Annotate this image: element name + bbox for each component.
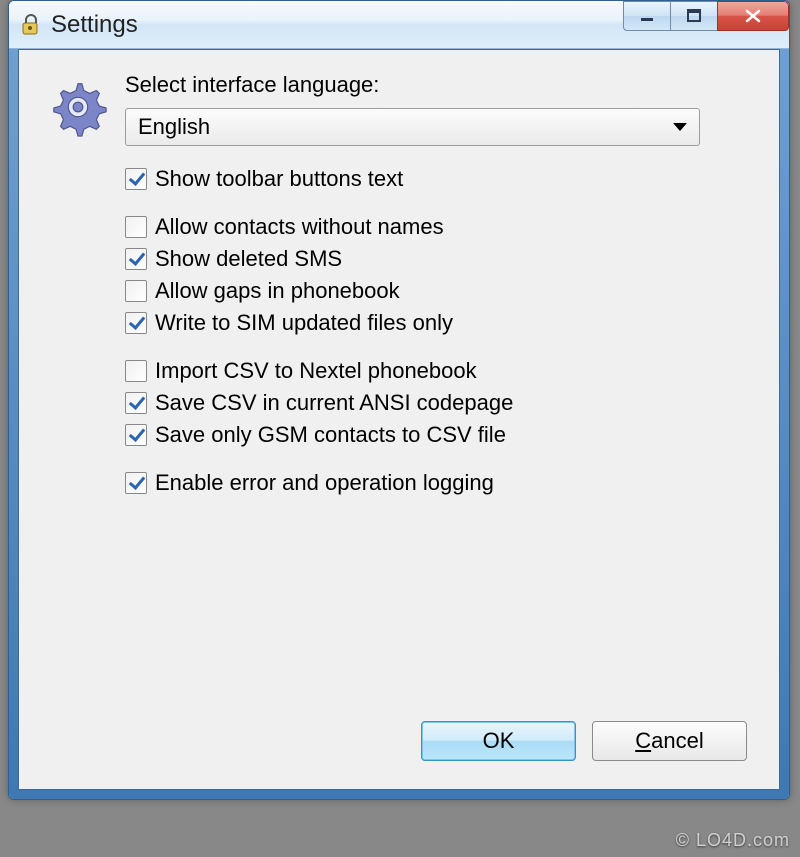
checkbox-row[interactable]: Show deleted SMS [125, 246, 751, 272]
checkbox-label: Enable error and operation logging [155, 470, 494, 496]
checkbox[interactable] [125, 168, 147, 190]
checkbox-row[interactable]: Enable error and operation logging [125, 470, 751, 496]
checkbox-group: Show toolbar buttons text [125, 166, 751, 192]
checkbox-row[interactable]: Show toolbar buttons text [125, 166, 751, 192]
app-icon [19, 13, 43, 37]
cancel-button[interactable]: Cancel [592, 721, 747, 761]
gear-icon [47, 72, 117, 143]
language-label: Select interface language: [125, 72, 751, 98]
checkbox[interactable] [125, 472, 147, 494]
checkbox[interactable] [125, 392, 147, 414]
checkbox[interactable] [125, 280, 147, 302]
checkbox-row[interactable]: Allow gaps in phonebook [125, 278, 751, 304]
ok-button[interactable]: OK [421, 721, 576, 761]
checkbox-row[interactable]: Save CSV in current ANSI codepage [125, 390, 751, 416]
minimize-button[interactable] [623, 1, 671, 31]
settings-window: Settings [8, 0, 790, 800]
checkbox-label: Show toolbar buttons text [155, 166, 403, 192]
language-combobox[interactable]: English [125, 108, 700, 146]
checkbox-label: Show deleted SMS [155, 246, 342, 272]
checkbox-label: Save only GSM contacts to CSV file [155, 422, 506, 448]
checkbox-row[interactable]: Save only GSM contacts to CSV file [125, 422, 751, 448]
window-title: Settings [51, 11, 138, 39]
checkbox-label: Import CSV to Nextel phonebook [155, 358, 477, 384]
checkbox-label: Save CSV in current ANSI codepage [155, 390, 513, 416]
checkbox[interactable] [125, 248, 147, 270]
checkbox-group: Allow contacts without names Show deleted… [125, 214, 751, 336]
checkbox-row[interactable]: Import CSV to Nextel phonebook [125, 358, 751, 384]
checkbox[interactable] [125, 360, 147, 382]
checkbox-group: Enable error and operation logging [125, 470, 751, 496]
titlebar[interactable]: Settings [9, 1, 789, 49]
checkbox-row[interactable]: Allow contacts without names [125, 214, 751, 240]
checkbox-row[interactable]: Write to SIM updated files only [125, 310, 751, 336]
checkbox[interactable] [125, 424, 147, 446]
close-button[interactable] [717, 1, 789, 31]
checkbox-label: Write to SIM updated files only [155, 310, 453, 336]
checkbox-label: Allow gaps in phonebook [155, 278, 400, 304]
client-frame: Select interface language: English Show … [9, 49, 789, 799]
watermark: © LO4D.com [676, 830, 790, 851]
maximize-button[interactable] [670, 1, 718, 31]
checkbox[interactable] [125, 216, 147, 238]
checkbox[interactable] [125, 312, 147, 334]
checkbox-group: Import CSV to Nextel phonebook Save CSV i… [125, 358, 751, 448]
dialog-buttons: OK Cancel [421, 721, 747, 761]
checkbox-label: Allow contacts without names [155, 214, 444, 240]
client-area: Select interface language: English Show … [18, 49, 780, 790]
window-controls [624, 1, 789, 31]
chevron-down-icon [673, 123, 687, 131]
language-value: English [138, 114, 210, 140]
